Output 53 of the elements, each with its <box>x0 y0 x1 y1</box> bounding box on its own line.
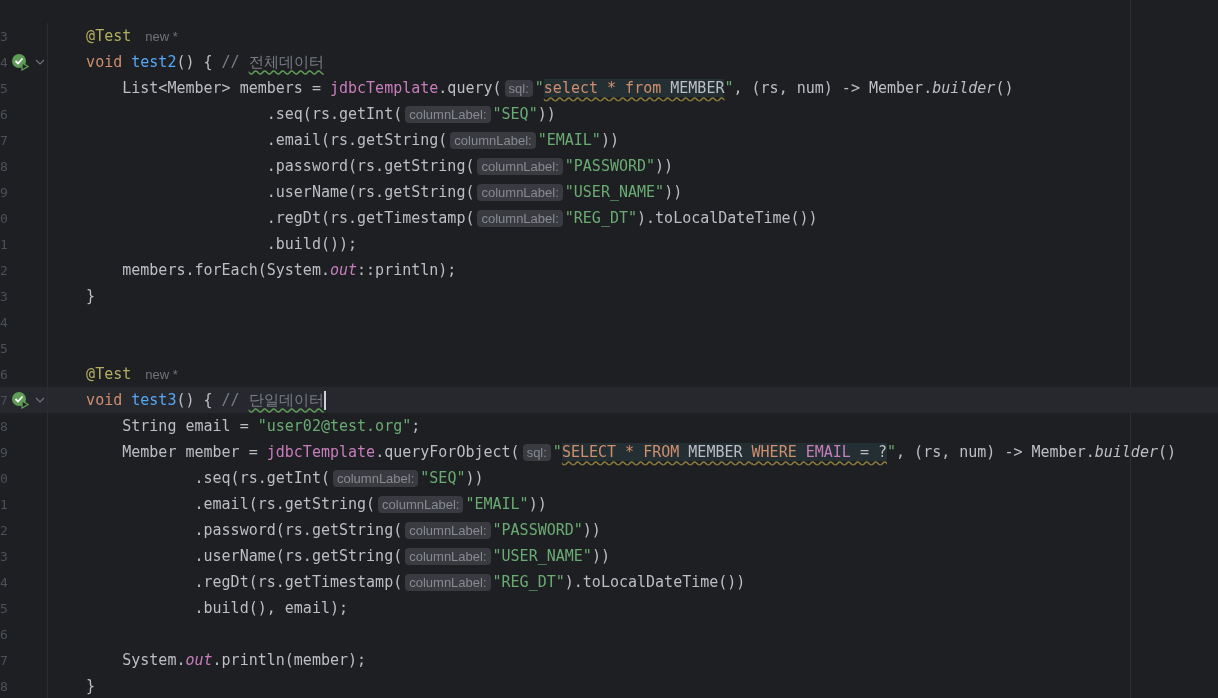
code-text: "USER_NAME")) <box>492 547 610 565</box>
parameter-hint: sql: <box>522 443 551 461</box>
code-text: .seq(rs.getInt( <box>193 469 330 487</box>
code-text: .userName(rs.getString( <box>193 547 403 565</box>
code-text: .email(rs.getString( <box>193 495 376 513</box>
parameter-hint: columnLabel: <box>477 183 563 201</box>
run-test-icon[interactable] <box>11 53 29 71</box>
fold-chevron-icon[interactable] <box>35 59 45 65</box>
code-text: .regDt(rs.getTimestamp( <box>193 573 403 591</box>
parameter-hint: columnLabel: <box>477 157 563 175</box>
code-text: "USER_NAME")) <box>564 183 683 201</box>
code-text: "PASSWORD")) <box>492 521 601 539</box>
code-text: @Test <box>85 365 132 383</box>
code-text: "SEQ")) <box>420 469 484 487</box>
code-text: .regDt(rs.getTimestamp( <box>265 209 475 227</box>
code-text: void test3() { // 단일데이터 <box>85 390 324 410</box>
code-text: } <box>85 677 96 695</box>
code-text: "SEQ")) <box>492 105 556 123</box>
code-text: .seq(rs.getInt( <box>265 105 403 123</box>
author-hint: new * <box>145 366 178 382</box>
parameter-hint: columnLabel: <box>405 521 491 539</box>
parameter-hint: columnLabel: <box>378 495 464 513</box>
code-text: List<Member> members = jdbcTemplate.query( <box>121 79 502 97</box>
parameter-hint: columnLabel: <box>477 209 563 227</box>
code-text: "SELECT * FROM MEMBER WHERE EMAIL = ?", (rs, num) -> Member.builder() <box>552 443 1176 461</box>
run-test-icon[interactable] <box>11 391 29 409</box>
parameter-hint: columnLabel: <box>405 573 491 591</box>
code-text: .password(rs.getString( <box>265 157 475 175</box>
code-text: .build(), email); <box>193 599 348 617</box>
code-text: "REG_DT").toLocalDateTime()) <box>492 573 746 591</box>
fold-chevron-icon[interactable] <box>35 397 45 403</box>
code-text: "PASSWORD")) <box>564 157 674 175</box>
code-text: .userName(rs.getString( <box>265 183 475 201</box>
parameter-hint: columnLabel: <box>405 547 491 565</box>
code-text: "select * from MEMBER", (rs, num) -> Member.builder() <box>534 79 1014 97</box>
code-text: .build()); <box>265 235 358 253</box>
parameter-hint: columnLabel: <box>405 105 491 123</box>
parameter-hint: columnLabel: <box>450 131 536 149</box>
code-text: .email(rs.getString( <box>265 131 448 149</box>
code-text: "REG_DT").toLocalDateTime()) <box>564 209 818 227</box>
code-text: System.out.println(member); <box>121 651 367 669</box>
code-text: "EMAIL")) <box>537 131 619 149</box>
code-text: @Test <box>85 27 132 45</box>
code-text: Member member = jdbcTemplate.queryForObject( <box>121 443 520 461</box>
author-hint: new * <box>145 28 178 44</box>
code-text: members.forEach(System.out::println); <box>121 261 457 279</box>
code-text: .password(rs.getString( <box>193 521 403 539</box>
parameter-hint: columnLabel: <box>332 469 419 487</box>
code-text: } <box>85 287 96 305</box>
code-text: "EMAIL")) <box>465 495 547 513</box>
parameter-hint: sql: <box>504 79 533 97</box>
code-text: void test2() { // 전체데이터 <box>85 52 324 72</box>
code-text: String email = "user02@test.org"; <box>121 417 421 435</box>
